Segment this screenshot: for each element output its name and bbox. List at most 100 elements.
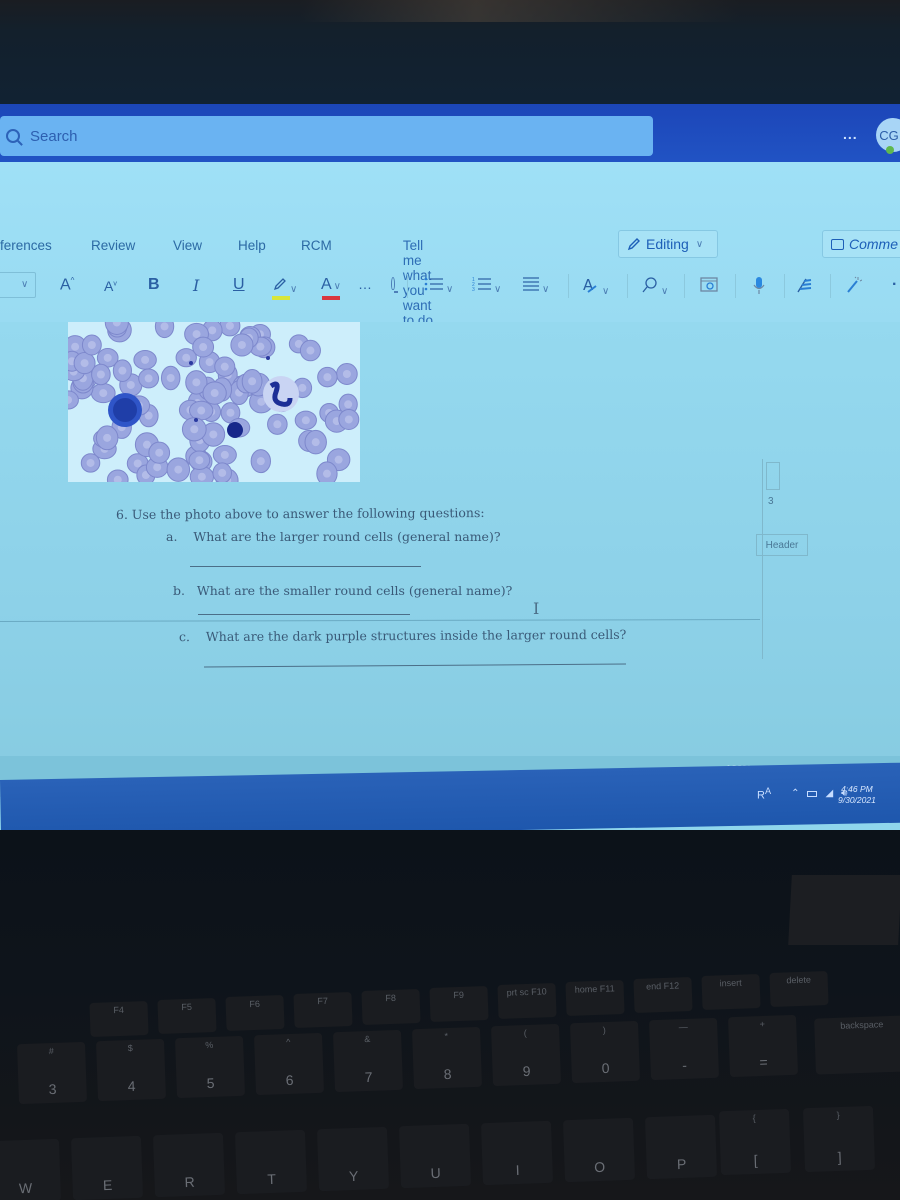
dictate-button[interactable] (752, 276, 766, 301)
function-key[interactable]: F8 (361, 988, 421, 1026)
function-key[interactable]: prt sc F10 (497, 982, 557, 1020)
italic-button[interactable]: I (193, 276, 199, 295)
function-key[interactable]: delete (769, 970, 829, 1008)
battery-icon[interactable] (807, 790, 818, 797)
function-key[interactable]: F4 (89, 1000, 149, 1038)
chevron-down-icon: ∨ (494, 284, 502, 295)
cell-pallor (237, 340, 246, 349)
backspace-key[interactable]: backspace (814, 1015, 900, 1075)
comments-button[interactable]: Comme (822, 230, 900, 258)
number-key[interactable]: (9 (490, 1023, 562, 1087)
designer-button[interactable] (846, 276, 863, 299)
cell-pallor (273, 420, 282, 429)
function-key[interactable]: F6 (225, 994, 285, 1032)
styles-button[interactable]: A ∨ (582, 276, 609, 299)
key-label-top: F8 (385, 992, 397, 1004)
answer-line-b[interactable] (198, 614, 410, 615)
screen: Search ... CG ferences Review View Help … (0, 104, 900, 834)
key-label-top: F9 (453, 989, 465, 1001)
function-key[interactable]: F7 (293, 991, 353, 1029)
taskbar-clock[interactable]: 4:46 PM 9/30/2021 (838, 784, 876, 806)
bracket-key[interactable]: }] (802, 1105, 876, 1173)
bold-button[interactable]: B (148, 276, 160, 294)
cell-pallor (323, 373, 332, 382)
letter-key[interactable]: E (70, 1135, 144, 1200)
function-key[interactable]: end F12 (633, 976, 693, 1014)
number-key[interactable]: ^ 6 (253, 1032, 325, 1096)
tab-view[interactable]: View (173, 238, 202, 253)
font-size-select[interactable]: ∨ (0, 272, 36, 298)
more-formatting-button[interactable]: … (358, 276, 372, 292)
letter-key[interactable]: I (480, 1120, 554, 1186)
comment-icon (831, 238, 844, 250)
styles-icon: A (583, 276, 597, 294)
key-label: - (681, 1056, 688, 1074)
platelet (194, 418, 198, 422)
font-color-button[interactable]: A ∨ (321, 276, 341, 294)
language-icon[interactable]: RA (757, 786, 771, 802)
reuse-files-icon (700, 277, 718, 292)
letter-key[interactable]: W (0, 1138, 62, 1200)
letter-key[interactable]: T (234, 1129, 308, 1195)
answer-line-a[interactable] (190, 566, 421, 567)
bullets-button[interactable]: ∨ (424, 276, 453, 297)
shrink-font-label: A (104, 278, 114, 294)
cell-pallor (344, 400, 353, 409)
function-key[interactable]: F5 (157, 997, 217, 1035)
key-label: ] (837, 1148, 842, 1166)
key-label-top: + (759, 1018, 766, 1030)
letter-key[interactable]: O (562, 1117, 636, 1183)
highlight-button[interactable]: ∨ (272, 276, 297, 297)
function-key[interactable]: insert (701, 973, 761, 1011)
show-hidden-icons-chevron-icon[interactable]: ⌃ (791, 788, 799, 799)
font-color-bar (322, 296, 340, 300)
cell-pallor (141, 355, 150, 364)
tab-help[interactable]: Help (238, 238, 266, 253)
cell-pallor (342, 369, 351, 378)
letter-key[interactable]: R (152, 1132, 226, 1198)
function-key[interactable]: F9 (429, 985, 489, 1023)
number-key[interactable]: * 8 (411, 1026, 483, 1090)
platelet (266, 356, 270, 360)
more-options-button[interactable]: ... (843, 126, 858, 142)
tab-references[interactable]: ferences (0, 238, 52, 253)
grow-font-label: A (60, 276, 71, 294)
tab-review[interactable]: Review (91, 238, 135, 253)
letter-key[interactable]: U (398, 1123, 472, 1189)
number-key[interactable]: % 5 (174, 1035, 246, 1099)
letter-key[interactable]: P (644, 1114, 718, 1180)
search-input[interactable]: Search (0, 116, 653, 156)
key-label-top: * (444, 1030, 449, 1042)
tab-rcm[interactable]: RCM (301, 238, 332, 253)
chevron-down-icon: ∨ (290, 284, 298, 295)
cell-pallor (256, 457, 265, 466)
numbering-button[interactable]: 1 2 3 ∨ (472, 276, 501, 297)
header-button[interactable]: Header (756, 534, 808, 556)
shrink-font-button[interactable]: Av (104, 278, 117, 294)
number-key[interactable]: ) 0 (569, 1020, 641, 1084)
number-key[interactable]: $4 (95, 1038, 167, 1102)
chevron-down-icon: ∨ (21, 279, 29, 290)
number-key[interactable]: #3 (16, 1041, 88, 1105)
more-toolbar-button[interactable]: · (892, 276, 897, 294)
align-button[interactable]: ∨ (522, 276, 549, 297)
avatar[interactable]: CG (876, 118, 900, 154)
key-label: 9 (522, 1062, 531, 1080)
underline-button[interactable]: U (233, 276, 245, 294)
editor-button[interactable] (796, 276, 814, 299)
cell-pallor (182, 353, 191, 362)
chevron-down-icon: ∨ (661, 286, 669, 297)
function-key[interactable]: home F11 (565, 979, 625, 1017)
reuse-files-button[interactable] (700, 276, 718, 299)
find-button[interactable]: ∨ (641, 276, 668, 299)
bracket-key[interactable]: {[ (718, 1108, 792, 1176)
toolbar-divider (407, 274, 408, 298)
letter-key[interactable]: Y (316, 1126, 390, 1192)
editing-mode-button[interactable]: Editing ∨ (618, 230, 718, 258)
wifi-icon[interactable]: ◢ (825, 788, 833, 799)
number-key[interactable]: + = (727, 1014, 799, 1078)
number-key[interactable]: & 7 (332, 1029, 404, 1093)
cell-pallor (205, 358, 214, 367)
grow-font-button[interactable]: A^ (60, 276, 74, 294)
number-key[interactable]: — - (648, 1017, 720, 1081)
